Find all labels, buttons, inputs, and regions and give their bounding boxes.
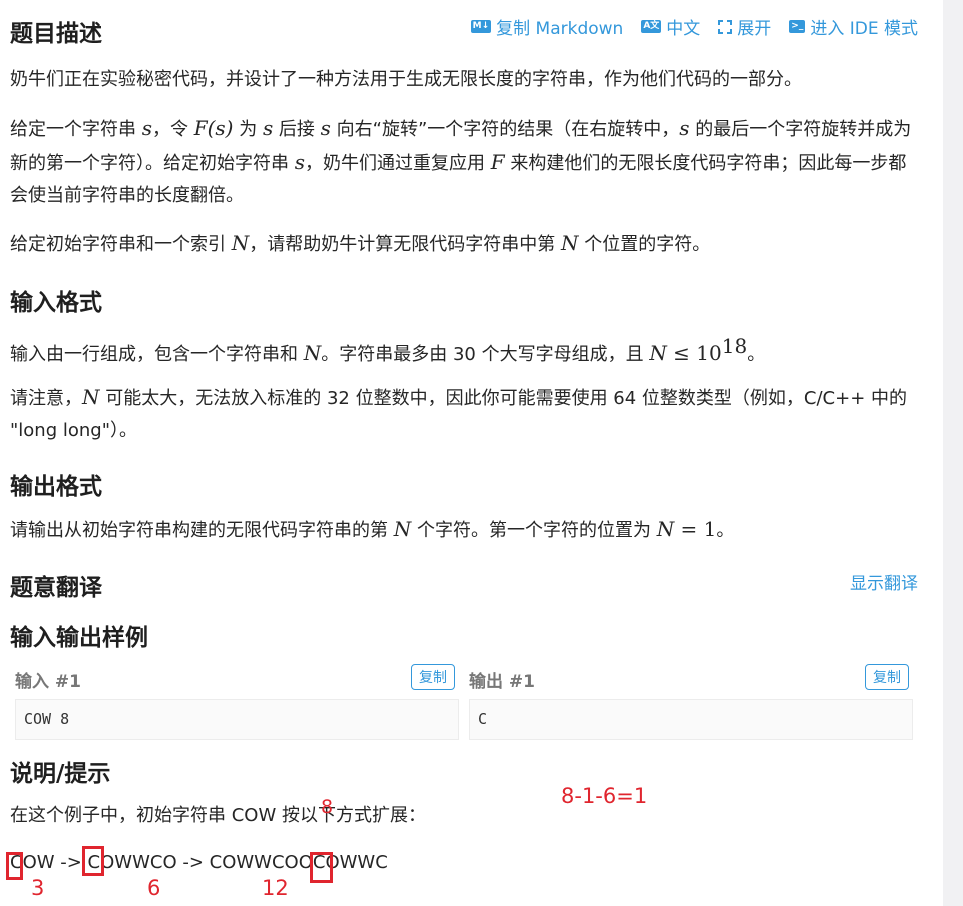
heading-output-format: 输出格式 (10, 474, 102, 500)
heading-translation: 题意翻译 (10, 575, 102, 601)
input-format-paragraph-1: 输入由一行组成，包含一个字符串和 N。字符串最多由 30 个大写字母组成，且 N… (10, 334, 766, 365)
show-translation-link[interactable]: 显示翻译 (850, 569, 918, 594)
heading-description: 题目描述 (10, 21, 102, 47)
heading-hint: 说明/提示 (10, 761, 111, 787)
output-format-paragraph: 请输出从初始字符串构建的无限代码字符串的第 N 个字符。第一个字符的位置为 N … (10, 517, 735, 541)
description-paragraph-2: 给定一个字符串 s，令 F(s) 为 s 后接 s 向右“旋转”一个字符的结果（… (10, 116, 912, 206)
sample-input-box[interactable]: COW 8 (15, 699, 459, 740)
terminal-icon: >_ (789, 20, 806, 33)
annotation-box-position-12 (310, 852, 333, 883)
copy-input-button[interactable]: 复制 (411, 664, 455, 690)
annotation-eight: 8 (321, 796, 334, 818)
language-label: 中文 (666, 19, 701, 39)
annotation-box-position-3 (6, 852, 23, 880)
page-scrollbar[interactable] (943, 0, 963, 906)
language-button[interactable]: A文 中文 (641, 14, 700, 39)
annotation-six: 6 (147, 876, 161, 900)
markdown-icon: M↓ (470, 20, 492, 33)
language-icon: A文 (641, 20, 662, 33)
hint-paragraph: 在这个例子中，初始字符串 COW 按以下方式扩展： (10, 805, 426, 826)
problem-toolbar: M↓ 复制 Markdown A文 中文 展开 >_ 进入 IDE 模式 (470, 14, 918, 39)
heading-samples: 输入输出样例 (10, 625, 148, 651)
sample-output-box[interactable]: C (469, 699, 913, 740)
description-paragraph-3: 给定初始字符串和一个索引 N，请帮助奶牛计算无限代码字符串中第 N 个位置的字符… (10, 231, 711, 255)
description-paragraph-1: 奶牛们正在实验秘密代码，并设计了一种方法用于生成无限长度的字符串，作为他们代码的… (10, 69, 802, 90)
annotation-twelve: 12 (262, 876, 289, 900)
input-format-paragraph-2: 请注意，N 可能太大，无法放入标准的 32 位整数中，因此你可能需要使用 64 … (10, 385, 907, 441)
problem-page: 题目描述 奶牛们正在实验秘密代码，并设计了一种方法用于生成无限长度的字符串，作为… (0, 0, 943, 906)
ide-mode-label: 进入 IDE 模式 (810, 19, 918, 39)
expand-icon (718, 19, 733, 34)
copy-output-button[interactable]: 复制 (865, 664, 909, 690)
ide-mode-button[interactable]: >_ 进入 IDE 模式 (789, 14, 918, 39)
expand-button[interactable]: 展开 (718, 14, 771, 39)
expand-label: 展开 (737, 19, 772, 39)
annotation-calc: 8-1-6=1 (561, 784, 648, 808)
sample-input-label: 输入 #1 (15, 672, 81, 692)
copy-markdown-label: 复制 Markdown (496, 19, 624, 39)
copy-markdown-button[interactable]: M↓ 复制 Markdown (470, 14, 624, 39)
annotation-three: 3 (31, 876, 45, 900)
heading-input-format: 输入格式 (10, 290, 102, 316)
annotation-box-position-6 (82, 846, 104, 876)
sample-output-label: 输出 #1 (469, 672, 535, 692)
